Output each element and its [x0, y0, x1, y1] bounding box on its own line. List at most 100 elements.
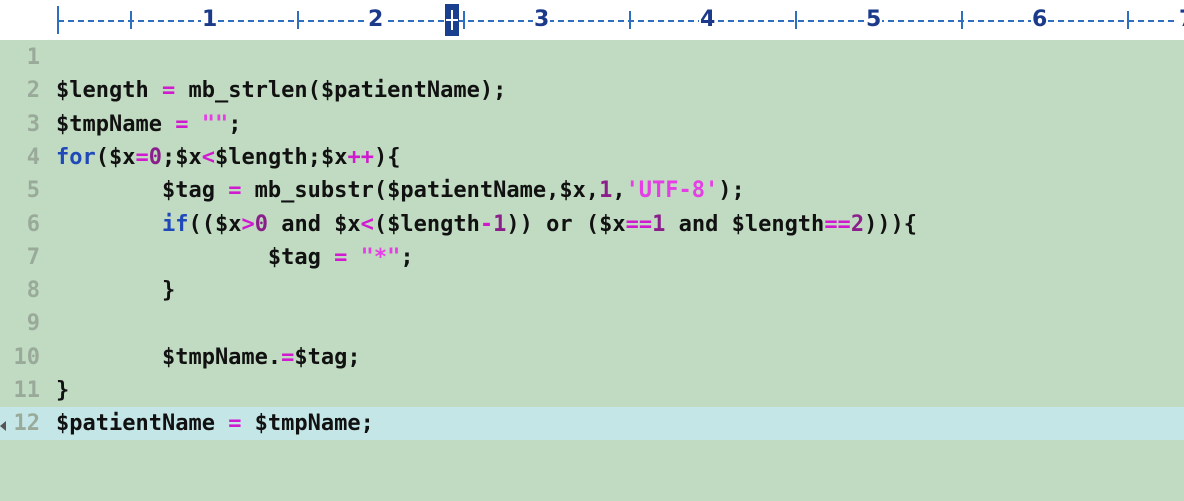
- code-token: >: [241, 212, 255, 237]
- code-token: =: [135, 145, 149, 170]
- code-token: =: [228, 178, 242, 203]
- line-number: 5: [26, 178, 40, 203]
- code-token: and $length: [665, 212, 825, 237]
- line-number: 11: [13, 378, 41, 403]
- ruler-tick: [961, 11, 963, 29]
- code-token: $patientName: [56, 411, 229, 436]
- code-token: ++: [347, 145, 374, 170]
- code-line[interactable]: 7 $tag = "*";: [0, 241, 1184, 274]
- line-code: for($x=0;$x<$length;$x++){: [56, 141, 400, 174]
- ruler-dashed-line: [58, 20, 1184, 22]
- ruler-number: 5: [865, 6, 883, 34]
- ruler-tick: [629, 11, 631, 29]
- code-token: ;: [228, 112, 242, 137]
- ruler-start-marker: [57, 6, 59, 34]
- code-token: "*": [360, 245, 401, 270]
- ruler-number: 6: [1031, 6, 1049, 34]
- code-token: ;$x: [162, 145, 202, 170]
- code-token: 2: [850, 212, 865, 237]
- line-number: 3: [26, 112, 40, 137]
- ruler-tick: [463, 11, 465, 29]
- ruler-number: 4: [699, 6, 717, 34]
- code-token: ,: [612, 178, 626, 203]
- ruler-number: 3: [533, 6, 551, 34]
- line-number: 4: [26, 145, 40, 170]
- line-number: 2: [26, 78, 40, 103]
- line-code: }: [56, 374, 69, 407]
- code-line[interactable]: 6 if(($x>0 and $x<($length-1)) or ($x==1…: [0, 208, 1184, 241]
- code-line[interactable]: 8 }: [0, 274, 1184, 307]
- code-line[interactable]: 9: [0, 307, 1184, 340]
- code-token: )) or ($x: [506, 212, 626, 237]
- code-token: $length: [56, 78, 149, 103]
- code-token: (($x: [188, 212, 242, 237]
- line-code: $tmpName.=$tag;: [56, 341, 361, 374]
- line-number: 1: [26, 45, 40, 70]
- code-token: $tag: [56, 178, 229, 203]
- code-token: =: [175, 112, 189, 137]
- column-cursor-marker[interactable]: [445, 4, 459, 36]
- code-token: 1: [652, 212, 666, 237]
- line-number: 6: [26, 212, 40, 237]
- code-token: -: [479, 212, 494, 237]
- code-token: for: [56, 145, 96, 170]
- code-token: ==: [824, 212, 851, 237]
- ruler-tick: [130, 11, 132, 29]
- code-line[interactable]: 10 $tmpName.=$tag;: [0, 341, 1184, 374]
- code-line[interactable]: 12 $patientName = $tmpName;: [0, 407, 1184, 440]
- code-token: $tmpName.: [56, 345, 282, 370]
- code-token: ($x: [95, 145, 136, 170]
- ruler-number: 7: [1178, 6, 1184, 34]
- code-token: "": [201, 112, 229, 137]
- code-line[interactable]: 4 for($x=0;$x<$length;$x++){: [0, 141, 1184, 174]
- code-token: =: [161, 78, 176, 103]
- code-token: ))){: [864, 212, 918, 237]
- line-number: 12: [13, 411, 41, 436]
- column-ruler: 1 2 3 4 5 6 7: [0, 0, 1184, 40]
- code-token: <: [201, 145, 215, 170]
- line-number: 8: [26, 278, 40, 303]
- code-line[interactable]: 1: [0, 41, 1184, 74]
- code-line[interactable]: 2 $length = mb_strlen($patientName);: [0, 74, 1184, 107]
- code-token: $tmpName: [56, 112, 162, 137]
- code-token: <: [360, 212, 374, 237]
- line-number: 10: [13, 345, 41, 370]
- ruler-number: 1: [201, 6, 219, 34]
- line-number: 7: [26, 245, 40, 270]
- ruler-tick: [795, 11, 797, 29]
- line-code: $tag = "*";: [56, 241, 414, 274]
- code-token: ($length: [373, 212, 480, 237]
- code-token: =: [228, 411, 242, 436]
- code-token: 0: [148, 145, 162, 170]
- line-code: if(($x>0 and $x<($length-1)) or ($x==1 a…: [56, 208, 917, 241]
- code-line[interactable]: 5 $tag = mb_substr($patientName,$x,1,'UT…: [0, 174, 1184, 207]
- code-token: and $x: [267, 212, 361, 237]
- line-number: 9: [26, 311, 40, 336]
- line-code: $tmpName = "";: [56, 108, 241, 141]
- code-token: 0: [254, 212, 268, 237]
- code-token: mb_strlen($patientName);: [175, 78, 507, 103]
- code-token: 1: [599, 178, 613, 203]
- ruler-number: 2: [367, 6, 385, 34]
- code-token: $tmpName;: [241, 411, 374, 436]
- line-code: $patientName = $tmpName;: [56, 407, 374, 440]
- code-token: );: [718, 178, 745, 203]
- ruler-tick: [1127, 11, 1129, 29]
- code-line[interactable]: 11}: [0, 374, 1184, 407]
- code-token: 'UTF-8': [625, 178, 719, 203]
- code-editor[interactable]: 1 2 $length = mb_strlen($patientName); 3 $tm…: [0, 41, 1184, 501]
- code-token: }: [56, 278, 176, 303]
- code-token: }: [56, 378, 70, 403]
- code-token: $length;$x: [215, 145, 348, 170]
- current-line-arrow-icon: [0, 421, 6, 431]
- code-token: =: [281, 345, 295, 370]
- code-line[interactable]: 3 $tmpName = "";: [0, 108, 1184, 141]
- line-code: }: [56, 274, 175, 307]
- code-token: ){: [373, 145, 401, 170]
- code-token: ;: [400, 245, 414, 270]
- code-token: 1: [493, 212, 507, 237]
